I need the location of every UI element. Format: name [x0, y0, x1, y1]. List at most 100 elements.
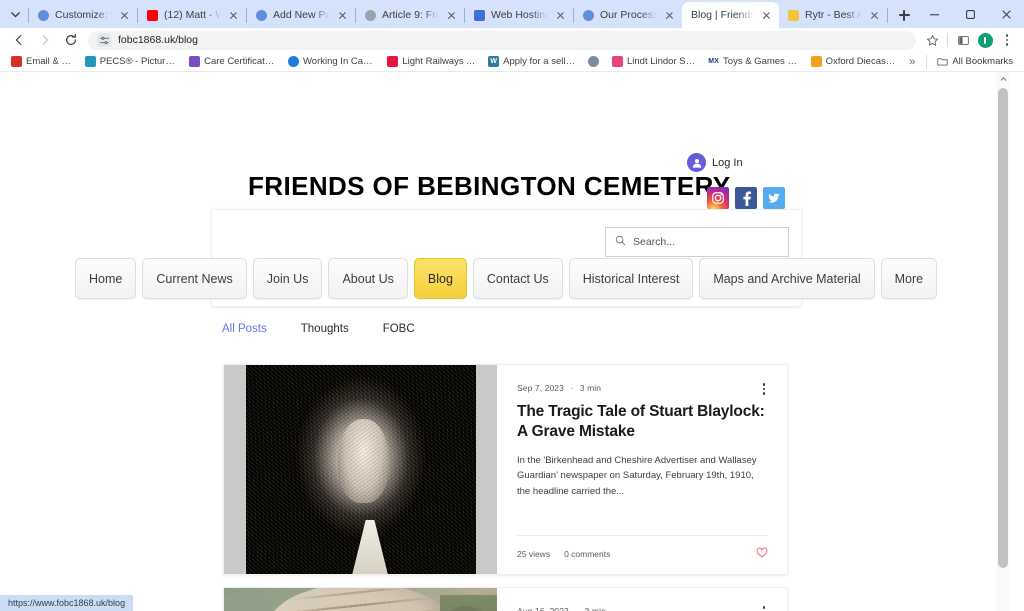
- bookmark-item[interactable]: Light Railways Act 1...: [381, 53, 482, 71]
- bookmark-item[interactable]: [582, 53, 606, 71]
- status-bar: https://www.fobc1868.uk/blog: [0, 595, 134, 611]
- scrollbar-thumb[interactable]: [998, 88, 1008, 568]
- bookmark-item[interactable]: Oxford Diecast - Jo...: [805, 53, 903, 71]
- tab-title: Web Hosting, Doma: [491, 9, 548, 21]
- browser-tab-2[interactable]: Add New Page ‹ Pen: [247, 2, 355, 28]
- bookmark-favicon: [387, 56, 399, 67]
- post-image-grainy-portrait-photo[interactable]: [224, 365, 497, 574]
- bookmark-item[interactable]: Lindt Lindor Salted...: [606, 53, 702, 71]
- scroll-up-arrow-icon[interactable]: [996, 72, 1010, 86]
- bookmark-item[interactable]: Working In Care Co...: [282, 53, 381, 71]
- new-tab-button[interactable]: [892, 3, 916, 27]
- browser-tab-5[interactable]: Our Process - Penny: [574, 2, 682, 28]
- address-bar[interactable]: fobc1868.uk/blog: [88, 30, 916, 50]
- browser-tab-3[interactable]: Article 9: Freedom of: [356, 2, 464, 28]
- minimize-icon[interactable]: [916, 0, 952, 28]
- tab-close-icon[interactable]: [227, 9, 240, 22]
- browser-tab-1[interactable]: (12) Matt - WPress D: [138, 2, 246, 28]
- bookmark-favicon: [84, 56, 96, 67]
- nav-item-historical-interest[interactable]: Historical Interest: [568, 258, 694, 299]
- user-avatar-icon: [687, 153, 706, 172]
- filter-thoughts[interactable]: Thoughts: [301, 323, 349, 335]
- site-settings-icon[interactable]: [97, 33, 111, 47]
- nav-label: More: [894, 271, 924, 286]
- nav-item-home[interactable]: Home: [75, 258, 137, 299]
- split-screen-icon[interactable]: [952, 29, 974, 51]
- search-input[interactable]: Search...: [605, 227, 789, 257]
- post-body: Aug 16, 2023 · 3 min Remembering William…: [497, 588, 787, 611]
- bookmark-label: PECS® - Picture Exc...: [99, 56, 177, 67]
- tab-divider: [887, 8, 888, 23]
- back-arrow-icon[interactable]: [6, 29, 32, 51]
- browser-tab-4[interactable]: Web Hosting, Doma: [465, 2, 573, 28]
- browser-toolbar: fobc1868.uk/blog: [0, 28, 1024, 52]
- search-placeholder: Search...: [633, 236, 676, 248]
- tab-close-icon[interactable]: [445, 9, 458, 22]
- post-excerpt: In the 'Birkenhead and Cheshire Advertis…: [517, 454, 757, 497]
- profile-avatar[interactable]: [974, 29, 996, 51]
- tab-close-icon[interactable]: [336, 9, 349, 22]
- bookmark-item[interactable]: Email & Office: [5, 53, 79, 71]
- bookmark-item[interactable]: MX Toys & Games - Pou...: [702, 53, 805, 71]
- filter-all-posts[interactable]: All Posts: [222, 323, 267, 335]
- nav-item-contact-us[interactable]: Contact Us: [472, 258, 563, 299]
- star-icon[interactable]: [921, 29, 943, 51]
- bookmark-label: Care Certificate | Hi...: [204, 56, 276, 67]
- bookmark-item[interactable]: W Apply for a seller ac...: [482, 53, 582, 71]
- bookmarks-overflow-icon[interactable]: »: [902, 53, 922, 71]
- bookmark-label: Email & Office: [26, 56, 73, 67]
- reload-icon[interactable]: [58, 29, 84, 51]
- nav-item-current-news[interactable]: Current News: [142, 258, 247, 299]
- nav-item-maps-and-archive-material[interactable]: Maps and Archive Material: [699, 258, 875, 299]
- post-meta: Sep 7, 2023 · 3 min: [517, 383, 768, 393]
- tab-close-icon[interactable]: [554, 9, 567, 22]
- globe-icon: [256, 9, 267, 21]
- blog-post-card[interactable]: Aug 16, 2023 · 3 min Remembering William…: [224, 588, 787, 611]
- post-meta: Aug 16, 2023 · 3 min: [517, 606, 768, 611]
- bookmark-item[interactable]: Care Certificate | Hi...: [183, 53, 282, 71]
- forward-arrow-icon[interactable]: [32, 29, 58, 51]
- filter-fobc[interactable]: FOBC: [383, 323, 415, 335]
- instagram-icon[interactable]: [707, 187, 729, 209]
- maximize-icon[interactable]: [952, 0, 988, 28]
- tab-close-icon[interactable]: [760, 9, 773, 22]
- nav-item-about-us[interactable]: About Us: [328, 258, 408, 299]
- post-menu-kebab-icon[interactable]: [758, 605, 770, 611]
- tab-title: (12) Matt - WPress D: [164, 9, 221, 21]
- browser-tab-0[interactable]: Customize: Pennysto: [29, 2, 137, 28]
- grid-icon: [474, 9, 485, 21]
- browser-tab-6-active[interactable]: Blog | Friends Of Be: [682, 2, 779, 28]
- social-links: [707, 187, 785, 209]
- facebook-icon[interactable]: [735, 187, 757, 209]
- toolbar-divider: [947, 33, 948, 47]
- nav-item-join-us[interactable]: Join Us: [252, 258, 323, 299]
- bookmark-item[interactable]: PECS® - Picture Exc...: [79, 53, 183, 71]
- nav-label: Maps and Archive Material: [713, 271, 861, 286]
- blog-post-card[interactable]: Sep 7, 2023 · 3 min The Tragic Tale of S…: [224, 365, 787, 574]
- twitter-icon[interactable]: [763, 187, 785, 209]
- search-icon: [615, 235, 626, 249]
- tab-close-icon[interactable]: [118, 9, 131, 22]
- post-date: Aug 16, 2023: [517, 606, 569, 611]
- bookmark-label: Apply for a seller ac...: [503, 56, 576, 67]
- browser-tab-7[interactable]: Rytr - Best AI Writer: [779, 2, 887, 28]
- heart-outline-icon[interactable]: [756, 547, 768, 560]
- kebab-menu-icon[interactable]: [996, 29, 1018, 51]
- page-viewport: FRIENDS OF BEBINGTON CEMETERY Log In Sea…: [0, 72, 1024, 611]
- close-icon[interactable]: [988, 0, 1024, 28]
- post-image-gravestone-photo[interactable]: [224, 588, 497, 611]
- tab-search-icon[interactable]: [2, 1, 28, 27]
- globe-icon: [38, 9, 49, 21]
- tab-close-icon[interactable]: [868, 9, 881, 22]
- post-title[interactable]: The Tragic Tale of Stuart Blaylock: A Gr…: [517, 402, 768, 443]
- page-scrollbar[interactable]: [996, 72, 1010, 611]
- bookmark-favicon: [288, 56, 299, 67]
- post-menu-kebab-icon[interactable]: [758, 382, 770, 396]
- post-read-time: 3 min: [584, 606, 606, 611]
- tab-close-icon[interactable]: [663, 9, 676, 22]
- login-button[interactable]: Log In: [687, 153, 743, 172]
- post-meta-separator: ·: [575, 606, 579, 611]
- nav-item-more[interactable]: More: [880, 258, 938, 299]
- all-bookmarks-button[interactable]: All Bookmarks: [931, 53, 1019, 71]
- nav-item-blog[interactable]: Blog: [413, 258, 467, 299]
